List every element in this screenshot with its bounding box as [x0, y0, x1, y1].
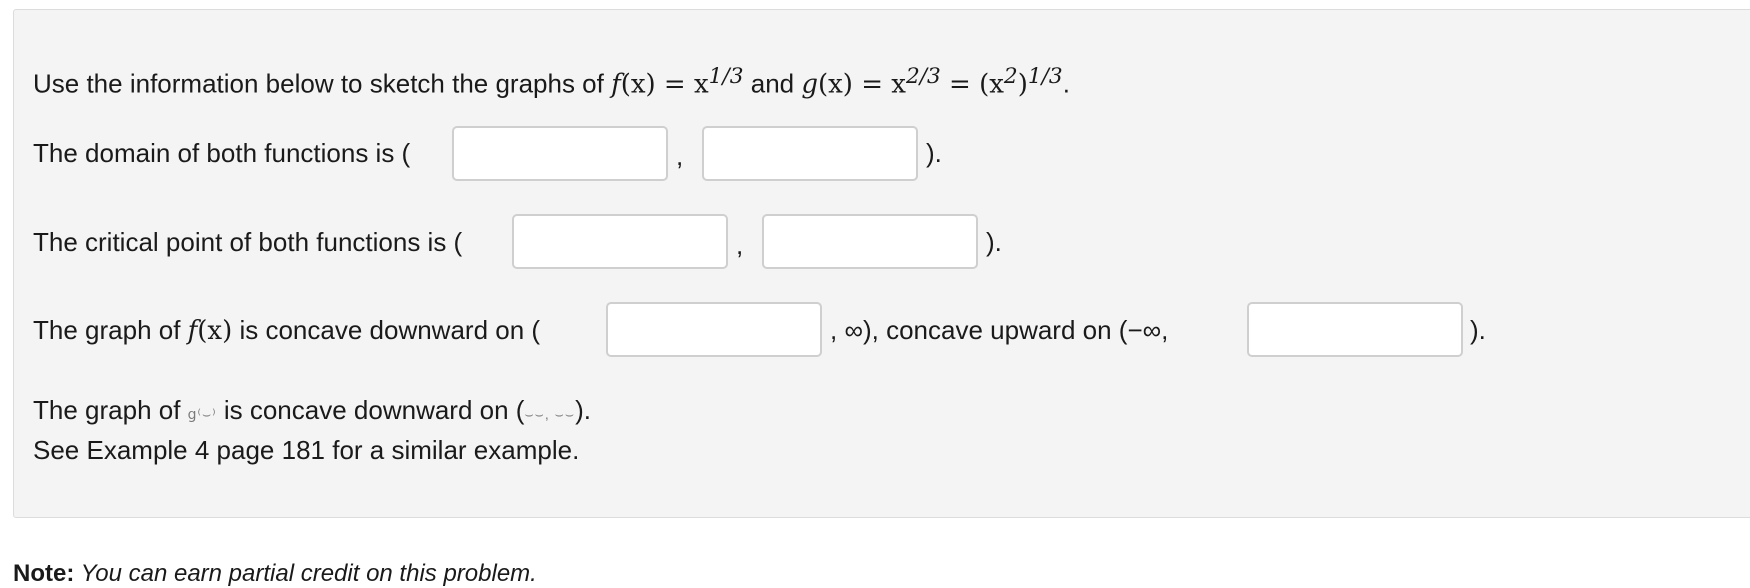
- concavity-f-mid: , ∞), concave upward on (−∞,: [830, 315, 1169, 345]
- f-symbol-2: f: [187, 316, 198, 346]
- concavity-f-label: The graph of f(x) is concave downward on…: [33, 315, 540, 346]
- concavity-g-prefix: The graph of: [33, 395, 188, 425]
- critical-comma: ,: [736, 230, 744, 260]
- domain-comma: ,: [676, 141, 684, 171]
- concave-up-end-input[interactable]: [1247, 302, 1463, 357]
- and-word: and: [743, 68, 802, 99]
- concavity-g-label: The graph of ց⁽⌣⁾ is concave downward on…: [33, 395, 591, 429]
- domain-lower-input[interactable]: [452, 126, 668, 181]
- domain-label: The domain of both functions is (: [33, 138, 411, 168]
- garbled-g-symbol: ց⁽⌣⁾: [187, 406, 217, 422]
- partial-credit-note: Note: You can earn partial credit on thi…: [13, 560, 537, 588]
- intro-prefix: Use the information below to sketch the …: [33, 68, 612, 99]
- g-arg: (x): [818, 69, 853, 100]
- critical-label: The critical point of both functions is …: [33, 227, 463, 257]
- see-example-text: See Example 4 page 181 for a similar exa…: [33, 435, 580, 465]
- domain-upper-input[interactable]: [702, 126, 918, 181]
- f-symbol: f: [611, 69, 621, 100]
- concave-down-start-input[interactable]: [606, 302, 822, 357]
- concavity-g-suffix: is concave downward on (: [216, 395, 525, 425]
- concavity-f-close: ).: [1470, 315, 1486, 345]
- f-arg-2: (x): [197, 316, 233, 346]
- concavity-f-prefix: The graph of: [33, 315, 188, 345]
- intro-text: Use the information below to sketch the …: [33, 62, 1070, 100]
- garbled-interval: ⌣⌣, ⌣⌣: [524, 406, 576, 422]
- g-equals-alt: = (x: [940, 69, 1004, 100]
- concavity-f-suffix: is concave downward on (: [232, 315, 541, 345]
- close-paren: ): [1017, 69, 1028, 100]
- g-symbol: g: [801, 69, 818, 100]
- intro-period: .: [1062, 68, 1070, 99]
- inner-exponent: 2: [1003, 64, 1018, 89]
- critical-x-input[interactable]: [512, 214, 728, 269]
- note-text: You can earn partial credit on this prob…: [74, 560, 537, 587]
- outer-exponent: 1/3: [1027, 64, 1063, 89]
- note-label: Note:: [13, 560, 75, 587]
- domain-close: ).: [926, 138, 942, 168]
- g-equals: = x: [852, 69, 906, 100]
- critical-close: ).: [986, 227, 1002, 257]
- f-equals: = x: [655, 69, 709, 100]
- g-exponent: 2/3: [905, 64, 941, 89]
- f-exponent: 1/3: [708, 64, 744, 89]
- f-arg: (x): [620, 69, 656, 100]
- concavity-g-close: ).: [575, 395, 591, 425]
- critical-y-input[interactable]: [762, 214, 978, 269]
